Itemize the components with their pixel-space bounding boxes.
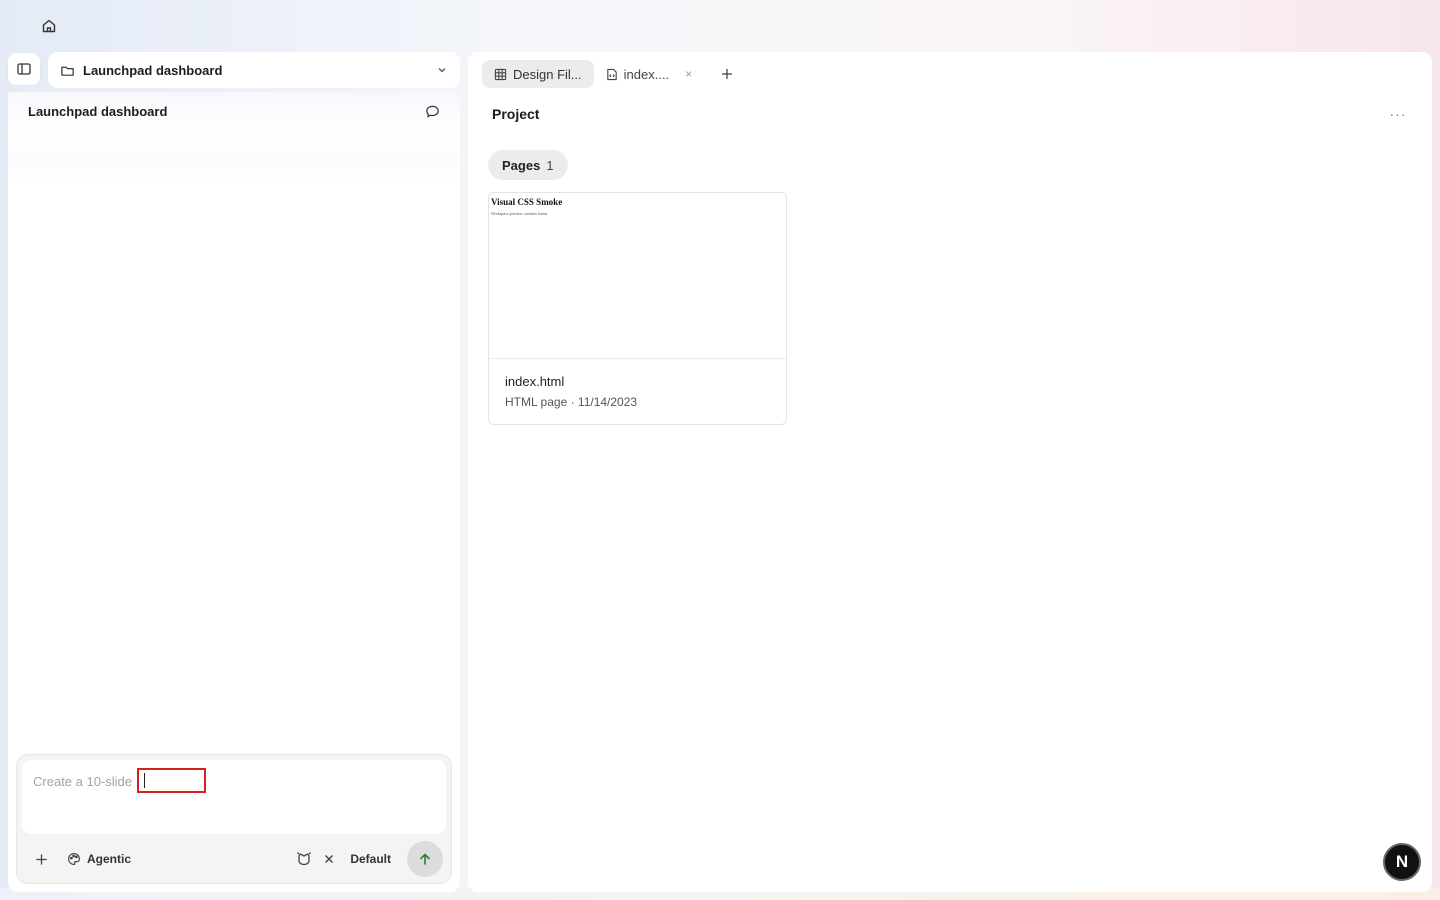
sidebar-toggle-icon — [17, 63, 31, 75]
clear-agent-button[interactable] — [320, 850, 338, 868]
more-options-button[interactable]: ··· — [1386, 104, 1410, 124]
palette-icon — [68, 853, 80, 865]
chat-bubble-icon — [425, 105, 439, 117]
chat-history-area — [8, 130, 460, 182]
plus-icon — [722, 69, 733, 79]
highlight-box — [137, 768, 206, 793]
page-meta: index.html HTML page · 11/14/2023 — [489, 359, 786, 424]
project-selector-label: Launchpad dashboard — [83, 62, 223, 78]
folder-icon — [61, 66, 74, 76]
home-icon — [42, 19, 56, 33]
tab-label: index.... — [623, 66, 670, 82]
page-info: HTML page · 11/14/2023 — [505, 395, 638, 409]
close-tab-button[interactable]: × — [685, 67, 692, 81]
file-code-icon — [606, 68, 617, 80]
design-workspace: Design Fil... index.... × Project ··· Pa… — [468, 52, 1432, 892]
thumbnail-subtitle: Workspace preview contains frame. — [491, 211, 549, 216]
sidebar-toggle-button[interactable] — [8, 53, 40, 85]
tab-index-html[interactable]: index.... × — [594, 60, 705, 88]
chat-panel-title: Launchpad dashboard — [28, 103, 168, 119]
send-button[interactable] — [407, 841, 443, 877]
composer-toolbar: Agentic Default — [17, 841, 451, 877]
add-tab-button[interactable] — [716, 63, 738, 85]
add-attachment-button[interactable] — [31, 849, 51, 869]
model-selector[interactable]: Default — [350, 852, 391, 866]
pages-chip-count: 1 — [546, 157, 554, 173]
arrow-up-icon — [420, 853, 430, 865]
new-chat-button[interactable] — [422, 101, 442, 121]
page-name: index.html — [505, 374, 565, 389]
chevron-down-icon — [438, 68, 446, 73]
project-selector[interactable]: Launchpad dashboard — [48, 52, 460, 88]
tab-label: Design Fil... — [513, 66, 582, 82]
prompt-input[interactable] — [22, 760, 446, 834]
agent-icon — [297, 852, 312, 866]
tab-bar: Design Fil... index.... × — [482, 60, 738, 88]
agent-button[interactable] — [294, 849, 314, 869]
page-title: Project — [492, 106, 540, 122]
mode-selector[interactable]: Agentic — [67, 852, 131, 866]
thumbnail-title: Visual CSS Smoke — [491, 197, 563, 207]
plus-icon — [35, 853, 47, 865]
page-thumbnail: Visual CSS Smoke Workspace preview conta… — [489, 193, 786, 359]
grid-icon — [494, 68, 507, 80]
prompt-composer: Agentic Default — [16, 754, 452, 884]
pages-filter-chip[interactable]: Pages 1 — [488, 150, 568, 180]
close-icon — [325, 855, 334, 863]
mode-label: Agentic — [87, 852, 132, 866]
pages-chip-label: Pages — [502, 157, 541, 173]
tab-design-files[interactable]: Design Fil... — [482, 60, 594, 88]
text-caret — [144, 773, 145, 788]
user-avatar[interactable]: N — [1383, 843, 1421, 881]
chat-panel-header: Launchpad dashboard — [8, 92, 460, 130]
page-card[interactable]: Visual CSS Smoke Workspace preview conta… — [488, 192, 787, 425]
home-button[interactable] — [36, 13, 62, 39]
